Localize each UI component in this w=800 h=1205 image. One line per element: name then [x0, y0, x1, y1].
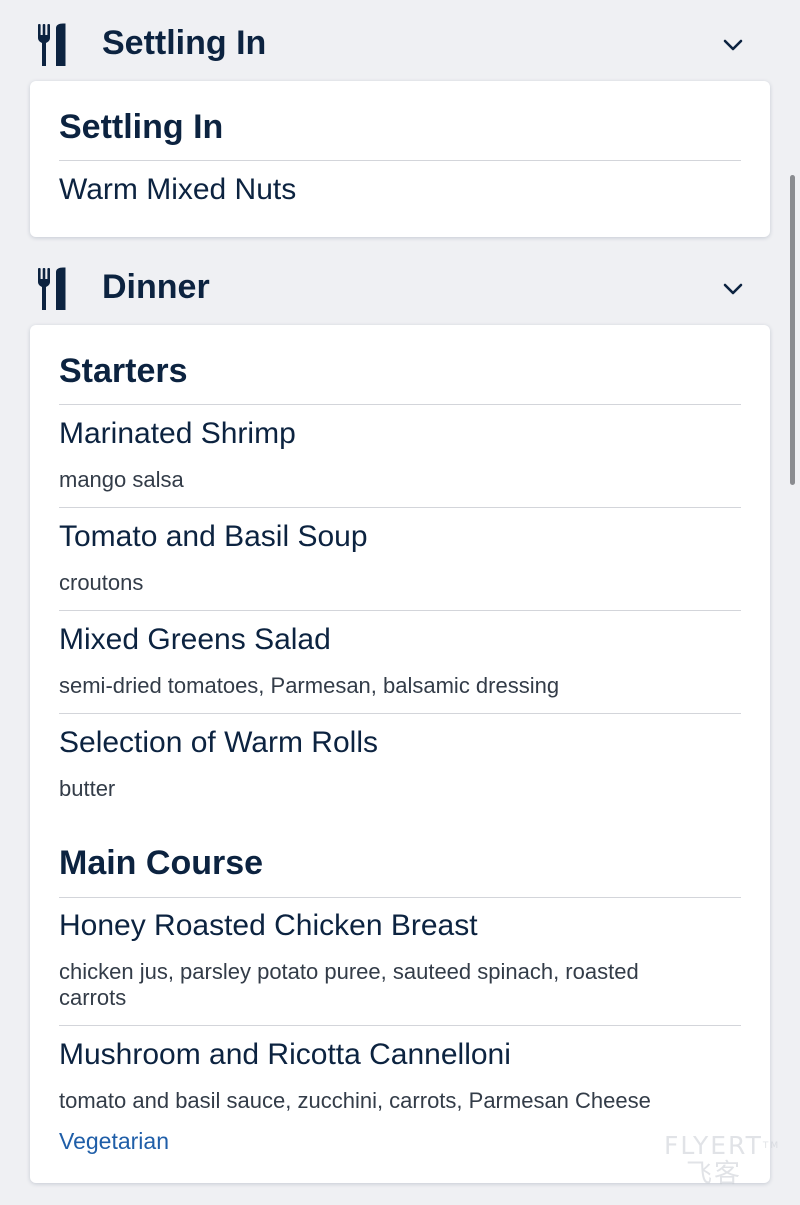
- menu-item-name: Tomato and Basil Soup: [59, 520, 368, 553]
- scrollbar[interactable]: [790, 175, 795, 485]
- watermark-latin: FLYERT: [664, 1131, 763, 1160]
- chevron-down-icon[interactable]: [720, 32, 746, 58]
- divider: [59, 507, 741, 508]
- menu-item-name: Selection of Warm Rolls: [59, 726, 378, 759]
- divider: [59, 713, 741, 714]
- vegetarian-tag: Vegetarian: [59, 1128, 169, 1154]
- menu-item-description: mango salsa: [59, 467, 184, 492]
- menu-item-description: chicken jus, parsley potato puree, saute…: [59, 959, 639, 984]
- menu-item-description: tomato and basil sauce, zucchini, carrot…: [59, 1088, 651, 1113]
- fork-knife-icon: [36, 23, 68, 67]
- watermark-tm: TM: [762, 1141, 781, 1151]
- menu-item-name: Honey Roasted Chicken Breast: [59, 909, 478, 942]
- menu-item-name: Mushroom and Ricotta Cannelloni: [59, 1038, 511, 1071]
- menu-item-name: Warm Mixed Nuts: [59, 173, 297, 206]
- menu-item-description: semi-dried tomatoes, Parmesan, balsamic …: [59, 673, 560, 698]
- divider: [59, 160, 741, 161]
- menu-item-description: carrots: [59, 985, 127, 1010]
- menu-item-description: croutons: [59, 570, 144, 595]
- group-title: Settling In: [59, 108, 224, 146]
- menu-card-settling-in: Settling In Warm Mixed Nuts: [30, 81, 770, 237]
- divider: [59, 897, 741, 898]
- section-header-settling-in[interactable]: Settling In: [0, 2, 800, 82]
- divider: [59, 1025, 741, 1026]
- fork-knife-icon: [36, 267, 68, 311]
- chevron-down-icon[interactable]: [720, 276, 746, 302]
- divider: [59, 404, 741, 405]
- menu-item-name: Mixed Greens Salad: [59, 623, 331, 656]
- section-title: Settling In: [102, 24, 267, 62]
- group-title-starters: Starters: [59, 352, 188, 390]
- section-header-dinner[interactable]: Dinner: [0, 246, 800, 326]
- menu-card-dinner: Starters Marinated Shrimp mango salsa To…: [30, 325, 770, 1183]
- section-title: Dinner: [102, 268, 210, 306]
- watermark-cn: 飞客: [686, 1159, 743, 1189]
- menu-item-name: Marinated Shrimp: [59, 417, 296, 450]
- watermark-logo: FLYERTTM 飞客: [664, 1132, 784, 1192]
- group-title-main-course: Main Course: [59, 844, 264, 882]
- menu-item-description: butter: [59, 776, 116, 801]
- divider: [59, 610, 741, 611]
